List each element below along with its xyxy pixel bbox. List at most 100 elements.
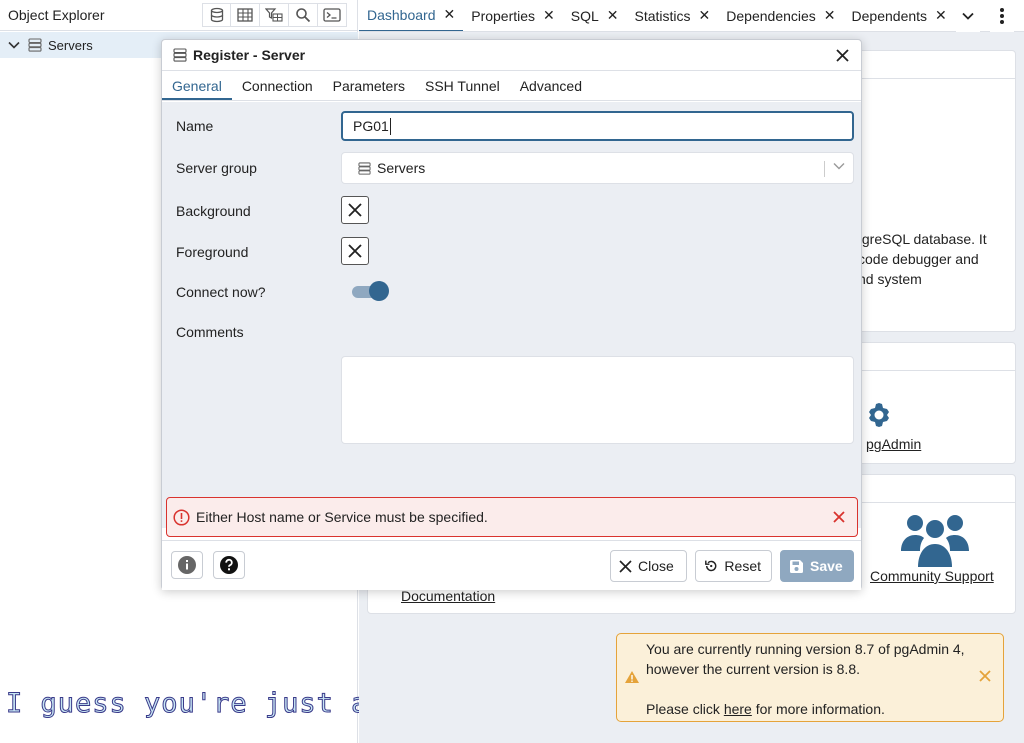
register-server-dialog: Register - Server General Connection Par… <box>161 39 862 590</box>
tab-general[interactable]: General <box>162 78 232 100</box>
name-input-value: PG01 <box>353 118 389 134</box>
tab-sql[interactable]: SQL ✕ <box>563 0 627 31</box>
close-icon[interactable]: ✕ <box>824 7 836 24</box>
tab-label: Dashboard <box>367 6 436 23</box>
close-icon[interactable]: ✕ <box>444 6 456 23</box>
close-icon[interactable]: ✕ <box>935 7 947 24</box>
close-icon <box>348 244 362 258</box>
close-icon[interactable]: ✕ <box>543 7 555 24</box>
close-icon <box>619 559 632 573</box>
error-message: Either Host name or Service must be spec… <box>196 509 488 525</box>
close-icon[interactable] <box>979 670 991 682</box>
server-group-label: Server group <box>176 160 257 176</box>
close-icon[interactable] <box>836 48 849 62</box>
save-icon <box>790 559 803 573</box>
tab-label: Statistics <box>634 7 691 24</box>
community-support-link[interactable]: Community Support <box>870 568 994 584</box>
tab-label: Dependents <box>851 7 928 24</box>
more-options-icon[interactable] <box>990 0 1014 32</box>
chevron-down-icon[interactable] <box>8 41 22 49</box>
tab-statistics[interactable]: Statistics ✕ <box>627 0 719 31</box>
name-label: Name <box>176 118 214 134</box>
server-group-icon <box>28 38 42 52</box>
psql-terminal-icon[interactable] <box>318 3 347 27</box>
background-label: Background <box>176 203 251 219</box>
welcome-line: code debugger and <box>858 251 979 267</box>
tab-advanced[interactable]: Advanced <box>510 78 592 100</box>
warning-icon <box>625 671 639 683</box>
reset-icon <box>705 560 717 572</box>
tabs-overflow-chevron-icon[interactable] <box>956 0 980 32</box>
main-tab-bar: Dashboard ✕ Properties ✕ SQL ✕ Statistics ✕ … <box>359 0 1024 32</box>
tab-parameters[interactable]: Parameters <box>323 78 415 100</box>
dialog-title: Register - Server <box>193 47 306 63</box>
dialog-body: Name PG01 Server group Servers Backgroun… <box>162 102 861 528</box>
notice-line: You are currently running version 8.7 of… <box>646 641 965 657</box>
dialog-header[interactable]: Register - Server <box>162 40 861 71</box>
welcome-text: tgreSQL database. It code debugger and n… <box>858 229 1008 289</box>
error-banner: Either Host name or Service must be spec… <box>166 497 858 537</box>
close-icon[interactable]: ✕ <box>607 7 619 24</box>
chevron-down-icon[interactable] <box>833 162 845 170</box>
name-input[interactable]: PG01 <box>341 111 854 141</box>
close-icon[interactable]: ✕ <box>699 7 711 24</box>
community-icon <box>901 515 969 567</box>
filter-table-icon[interactable] <box>260 3 289 27</box>
info-icon <box>178 556 196 574</box>
notice-line: Please click here for more information. <box>646 699 976 719</box>
tab-label: SQL <box>570 7 599 24</box>
close-button[interactable]: Close <box>610 550 687 582</box>
help-button[interactable] <box>213 551 245 579</box>
tree-item-label: Servers <box>48 37 93 53</box>
dialog-footer: Close Reset Save <box>162 540 861 590</box>
server-group-icon <box>358 161 371 175</box>
query-tool-database-icon[interactable] <box>202 3 231 27</box>
tab-connection[interactable]: Connection <box>232 78 323 100</box>
gear-icon <box>869 403 889 427</box>
tab-dependents[interactable]: Dependents ✕ <box>844 0 955 31</box>
connect-now-toggle[interactable] <box>352 281 389 301</box>
documentation-link[interactable]: Documentation <box>401 588 495 604</box>
notice-text-post: for more information. <box>751 701 885 717</box>
background-color-picker[interactable] <box>341 196 369 224</box>
comments-textarea[interactable] <box>341 356 854 444</box>
connect-now-label: Connect now? <box>176 284 266 300</box>
server-icon <box>173 48 187 62</box>
view-data-table-icon[interactable] <box>231 3 260 27</box>
save-button[interactable]: Save <box>780 550 854 582</box>
error-icon <box>173 508 190 526</box>
notice-here-link[interactable]: here <box>724 701 752 717</box>
server-group-select[interactable]: Servers <box>341 152 854 184</box>
close-icon[interactable] <box>833 511 845 523</box>
tab-properties[interactable]: Properties ✕ <box>463 0 563 31</box>
tab-dependencies[interactable]: Dependencies ✕ <box>718 0 843 31</box>
notice-text-pre: Please click <box>646 701 724 717</box>
tab-ssh-tunnel[interactable]: SSH Tunnel <box>415 78 510 100</box>
reset-button-label: Reset <box>724 558 761 574</box>
save-button-label: Save <box>810 558 843 574</box>
tab-label: Dependencies <box>726 7 816 24</box>
reset-button[interactable]: Reset <box>695 550 772 582</box>
help-icon <box>220 556 238 574</box>
update-notice: You are currently running version 8.7 of… <box>616 633 1004 722</box>
update-notice-text: You are currently running version 8.7 of… <box>646 639 976 719</box>
dialog-tabs: General Connection Parameters SSH Tunnel… <box>162 71 861 101</box>
object-explorer-title: Object Explorer <box>8 7 105 23</box>
foreground-label: Foreground <box>176 244 249 260</box>
notice-line: however the current version is 8.8. <box>646 661 860 677</box>
configure-pgadmin-link[interactable]: pgAdmin <box>866 436 921 452</box>
toggle-knob[interactable] <box>369 281 389 301</box>
close-button-label: Close <box>638 558 674 574</box>
object-explorer-header: Object Explorer <box>0 0 357 31</box>
info-button[interactable] <box>171 551 203 579</box>
object-explorer-toolbar <box>202 3 347 27</box>
welcome-line: tgreSQL database. It <box>858 231 987 247</box>
server-group-value: Servers <box>377 160 426 176</box>
welcome-line: nd system <box>858 271 922 287</box>
search-icon[interactable] <box>289 3 318 27</box>
comments-label: Comments <box>176 324 244 340</box>
tab-label: Properties <box>471 7 536 24</box>
foreground-color-picker[interactable] <box>341 237 369 265</box>
close-icon <box>348 203 362 217</box>
tab-dashboard[interactable]: Dashboard ✕ <box>359 0 464 31</box>
